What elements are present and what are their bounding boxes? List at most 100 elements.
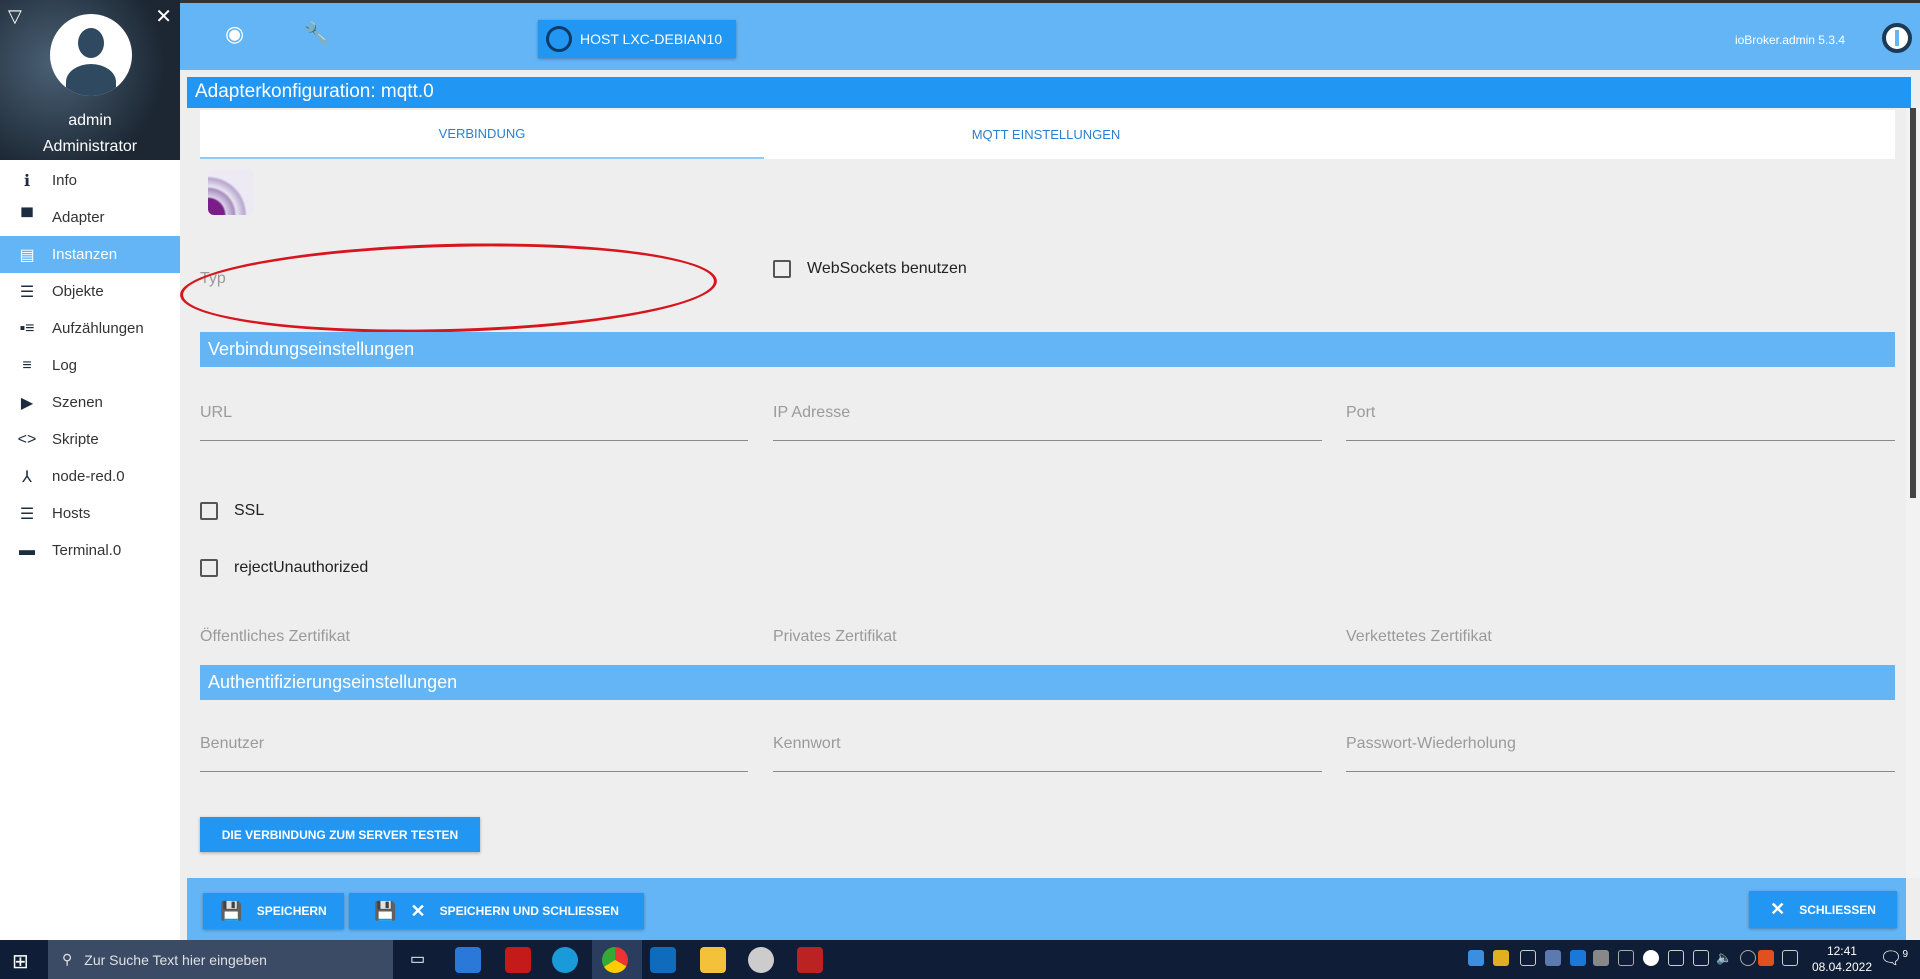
- save-button[interactable]: 💾 SPEICHERN: [203, 893, 344, 929]
- battery-icon[interactable]: [1693, 950, 1709, 966]
- tab-mqtt-einstellungen[interactable]: MQTT EINSTELLUNGEN: [764, 110, 1328, 159]
- sidebar-item-label: Terminal.0: [52, 542, 122, 559]
- red-annotation-ellipse: [178, 236, 719, 340]
- section-authentifizierung: Authentifizierungseinstellungen: [200, 665, 1895, 700]
- sidebar-item-terminal-0[interactable]: ▬ Terminal.0: [0, 532, 180, 569]
- tray-app-icon[interactable]: [1782, 950, 1798, 966]
- sidebar-item-info[interactable]: ℹ Info: [0, 162, 180, 199]
- sidebar-item-label: Aufzählungen: [52, 320, 144, 337]
- url-label: URL: [200, 404, 233, 421]
- chained-cert-select[interactable]: Verkettetes Zertifikat: [1346, 628, 1492, 646]
- sidebar-item-hosts[interactable]: ☰ Hosts: [0, 495, 180, 532]
- node-red-icon: ⅄: [22, 468, 32, 486]
- printer-icon[interactable]: [1593, 950, 1609, 966]
- save-close-button[interactable]: 💾 ✕ SPEICHERN UND SCHLIESSEN: [349, 893, 644, 929]
- ip-input[interactable]: [773, 440, 1322, 441]
- instances-icon: ▤: [19, 246, 35, 264]
- sidebar-item-log[interactable]: ≡ Log: [0, 347, 180, 384]
- vpn-icon[interactable]: [1493, 950, 1509, 966]
- sidebar-item-label: Objekte: [52, 283, 104, 300]
- password-repeat-input[interactable]: [1346, 771, 1895, 772]
- terminal-icon: ▬: [19, 541, 35, 559]
- close-icon[interactable]: ✕: [155, 4, 172, 29]
- display-icon[interactable]: [1545, 950, 1561, 966]
- usb-icon[interactable]: [1520, 950, 1536, 966]
- port-input[interactable]: [1346, 440, 1895, 441]
- ccleaner-icon[interactable]: [1758, 950, 1774, 966]
- sidebar-item-objekte[interactable]: ☰ Objekte: [0, 273, 180, 310]
- password-input[interactable]: [773, 771, 1322, 772]
- top-header: ◉ 🔧 HOST LXC-DEBIAN10 ioBroker.admin 5.3…: [180, 3, 1920, 70]
- close-icon: ✕: [410, 900, 426, 921]
- footer-bar: 💾 SPEICHERN 💾 ✕ SPEICHERN UND SCHLIESSEN ✕ S…: [187, 878, 1906, 940]
- ssl-checkbox[interactable]: SSL: [200, 502, 264, 520]
- bluetooth-icon[interactable]: [1570, 950, 1586, 966]
- close-icon: ✕: [1770, 899, 1786, 919]
- sidebar-item-adapter[interactable]: ▀ Adapter: [0, 199, 180, 236]
- app-chrome-icon[interactable]: [602, 947, 628, 973]
- app-snipping-icon[interactable]: [797, 947, 823, 973]
- port-label: Port: [1346, 404, 1376, 421]
- search-placeholder: Zur Suche Text hier eingeben: [84, 951, 267, 968]
- windows-taskbar: ⊞ ⚲ Zur Suche Text hier eingeben ▭ 🔈 12:4…: [0, 940, 1920, 979]
- enum-icon: ▪≡: [19, 319, 35, 337]
- public-cert-select[interactable]: Öffentliches Zertifikat: [200, 628, 350, 646]
- collapse-triangle-icon[interactable]: ▽: [8, 6, 22, 27]
- defender-icon[interactable]: [1643, 950, 1659, 966]
- save-close-label: SPEICHERN UND SCHLIESSEN: [439, 904, 619, 918]
- sidebar-item-label: Hosts: [52, 505, 91, 522]
- url-input[interactable]: [200, 440, 748, 441]
- wrench-icon[interactable]: 🔧: [303, 21, 330, 47]
- app-explorer-icon[interactable]: [700, 947, 726, 973]
- host-label: HOST LXC-DEBIAN10: [580, 31, 723, 47]
- user-role: Administrator: [42, 138, 138, 155]
- sidebar-item-skripte[interactable]: <> Skripte: [0, 421, 180, 458]
- circle-tray-icon[interactable]: [1740, 950, 1756, 966]
- version-label: ioBroker.admin 5.3.4: [1734, 33, 1845, 47]
- close-button[interactable]: ✕ SCHLIESSEN: [1749, 891, 1897, 928]
- app-acrobat-icon[interactable]: [505, 947, 531, 973]
- save-label: SPEICHERN: [256, 904, 327, 918]
- user-input[interactable]: [200, 771, 748, 772]
- app-generic-icon[interactable]: [748, 947, 774, 973]
- notifications-icon[interactable]: 🗨9: [1880, 948, 1908, 969]
- volume-icon[interactable]: 🔈: [1716, 950, 1732, 966]
- notification-count: 9: [1902, 949, 1908, 960]
- ssl-label: SSL: [234, 502, 265, 519]
- sidebar-item-label: Info: [52, 172, 78, 189]
- app-edge-icon[interactable]: [552, 947, 578, 973]
- sidebar: ▽ ✕ admin Administrator ℹ Info ▀ Adapter ▤ In…: [0, 0, 180, 940]
- password-repeat-label: Passwort-Wiederholung: [1346, 735, 1516, 752]
- app-scanner-icon[interactable]: [455, 947, 481, 973]
- remote-icon[interactable]: [1618, 950, 1634, 966]
- private-cert-select[interactable]: Privates Zertifikat: [773, 628, 897, 646]
- reject-unauthorized-checkbox[interactable]: rejectUnauthorized: [200, 559, 368, 577]
- host-status-icon: [546, 26, 572, 52]
- sidebar-item-node-red-0[interactable]: ⅄ node-red.0: [0, 458, 180, 495]
- tab-verbindung[interactable]: VERBINDUNG: [200, 110, 764, 159]
- clock[interactable]: 12:41 08.04.2022: [1812, 943, 1872, 975]
- sidebar-item-szenen[interactable]: ▶ Szenen: [0, 384, 180, 421]
- scenes-icon: ▶: [20, 394, 34, 412]
- taskbar-search[interactable]: ⚲ Zur Suche Text hier eingeben: [48, 940, 393, 979]
- avatar: [50, 14, 132, 96]
- eye-icon[interactable]: ◉: [225, 21, 244, 47]
- app-outlook-icon[interactable]: [650, 947, 676, 973]
- task-view-icon[interactable]: ▭: [410, 949, 425, 969]
- websockets-checkbox[interactable]: WebSockets benutzen: [773, 260, 967, 278]
- onedrive-icon[interactable]: [1468, 950, 1484, 966]
- network-icon[interactable]: [1668, 950, 1684, 966]
- user-name: admin: [68, 112, 112, 129]
- date: 08.04.2022: [1811, 960, 1872, 974]
- sidebar-item-aufz-hlungen[interactable]: ▪≡ Aufzählungen: [0, 310, 180, 347]
- info-icon: ℹ: [23, 172, 31, 190]
- test-connection-button[interactable]: DIE VERBINDUNG ZUM SERVER TESTEN: [200, 817, 480, 852]
- websockets-label: WebSockets benutzen: [807, 260, 967, 277]
- sidebar-item-instanzen[interactable]: ▤ Instanzen: [0, 236, 180, 273]
- host-button[interactable]: HOST LXC-DEBIAN10: [538, 20, 736, 58]
- scrollbar[interactable]: [1906, 108, 1920, 878]
- time: 12:41: [1826, 944, 1857, 958]
- reject-label: rejectUnauthorized: [234, 559, 369, 576]
- windows-start-icon[interactable]: ⊞: [12, 949, 29, 974]
- page-title: Adapterkonfiguration: mqtt.0: [187, 77, 1911, 108]
